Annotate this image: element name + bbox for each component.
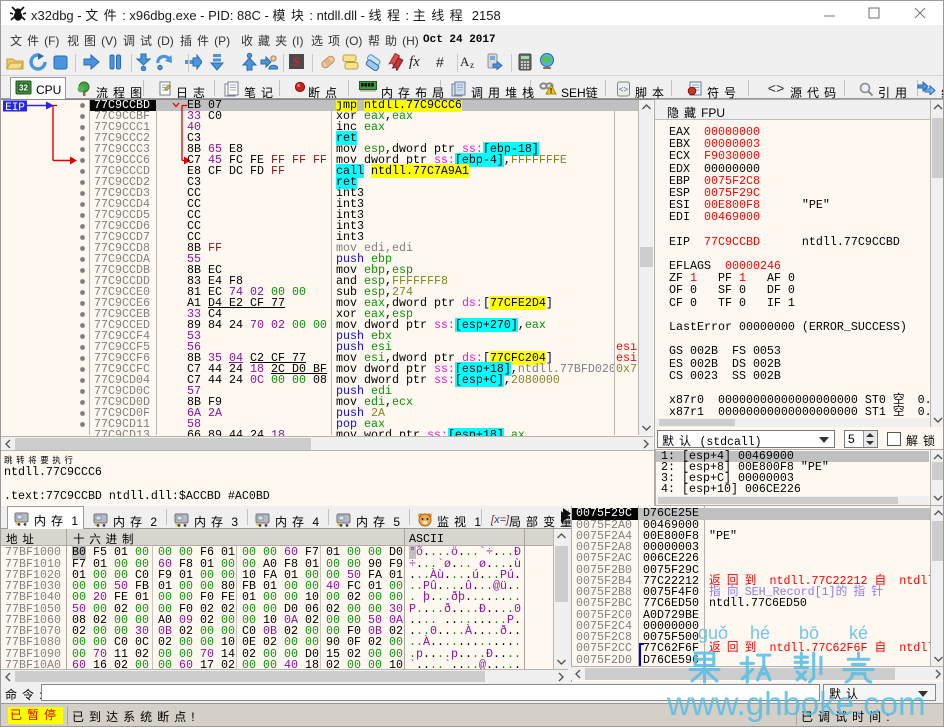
svg-text:fx: fx [409,54,420,70]
svg-text:<>: <> [768,82,785,95]
svg-text:32: 32 [19,84,28,93]
svg-text:z: z [470,60,474,70]
svg-text:EIP: EIP [5,102,25,114]
svg-text:<>: <> [619,86,629,95]
svg-text:A: A [460,54,470,69]
svg-text:S: S [293,54,300,69]
svg-text:!: ! [550,88,552,95]
svg-text:#: # [436,54,444,70]
